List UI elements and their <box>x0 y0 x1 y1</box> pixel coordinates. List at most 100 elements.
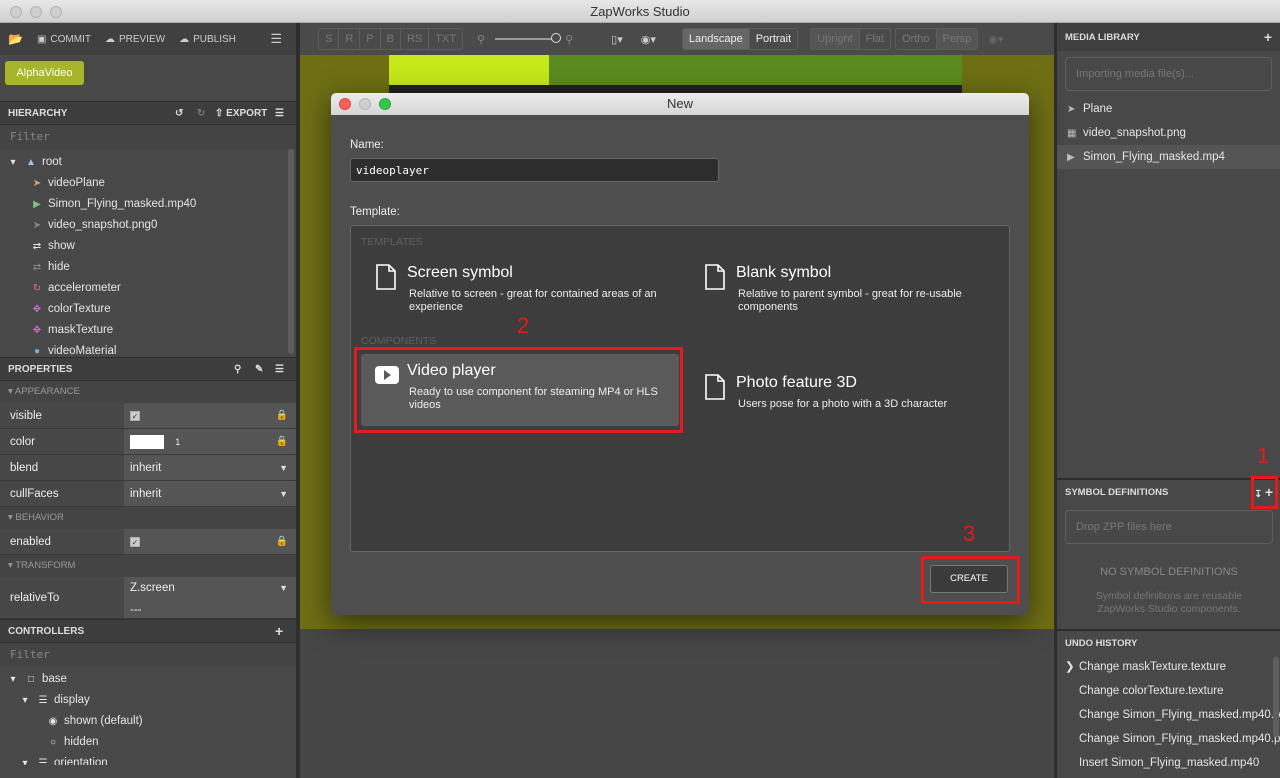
persp-button[interactable]: Persp <box>936 29 978 49</box>
zpp-drop-box[interactable]: Drop ZPP files here <box>1065 510 1273 544</box>
media-item[interactable]: ▶ Simon_Flying_masked.mp4 <box>1057 145 1280 169</box>
properties-menu-icon[interactable]: ☰ <box>275 364 284 375</box>
upright-button[interactable]: Upright <box>811 29 860 49</box>
add-controller-icon[interactable]: + <box>275 623 283 639</box>
menu-icon[interactable]: ☰ <box>270 31 282 47</box>
expand-arrow-icon[interactable]: ▾ <box>6 669 20 690</box>
controllers-filter-input[interactable]: Filter <box>0 643 296 667</box>
tree-item[interactable]: ↻ accelerometer <box>0 278 296 299</box>
mode-button[interactable]: P <box>360 29 381 49</box>
undo-item[interactable]: Insert Simon_Flying_masked.mp40 <box>1057 751 1280 775</box>
enabled-checkbox[interactable]: ✓ <box>130 536 140 547</box>
project-tab[interactable]: AlphaVideo <box>5 61 84 85</box>
cullfaces-select[interactable]: inherit ▼ <box>124 481 296 506</box>
tree-item[interactable]: ▶ Simon_Flying_masked.mp40 <box>0 194 296 215</box>
preview-button[interactable]: ☁ PREVIEW <box>105 34 165 45</box>
expand-arrow-icon[interactable]: ▾ <box>18 690 32 711</box>
prop-cullfaces: cullFaces inherit ▼ <box>0 481 296 507</box>
undo-item[interactable]: ❯ Change maskTexture.texture <box>1057 655 1280 679</box>
close-window-button[interactable] <box>10 6 22 18</box>
shuffle-icon: ⇄ <box>32 241 42 252</box>
zoom-slider-handle[interactable] <box>551 33 562 43</box>
media-import-box[interactable]: Importing media file(s)... <box>1065 57 1272 91</box>
no-symbols-title: NO SYMBOL DEFINITIONS <box>1100 566 1238 578</box>
tree-item-root[interactable]: ▾ ▲ root <box>0 152 296 173</box>
controller-item[interactable]: ▾ ☰ display <box>0 690 296 711</box>
undo-item[interactable]: Change colorTexture.texture <box>1057 679 1280 703</box>
template-blank-symbol[interactable]: Blank symbol Relative to parent symbol -… <box>690 256 1008 328</box>
dialog-close-button[interactable] <box>339 98 351 110</box>
expand-arrow-icon[interactable]: ▾ <box>6 152 20 173</box>
controller-item[interactable]: ▾ □ base <box>0 669 296 690</box>
controller-item[interactable]: ▾ ☰ orientation <box>0 753 296 765</box>
transform-group[interactable]: ▾ TRANSFORM <box>0 555 296 577</box>
behavior-label: BEHAVIOR <box>15 512 64 523</box>
folder-icon[interactable]: 📂 <box>8 32 23 46</box>
lock-icon[interactable]: 🔒 <box>276 529 288 555</box>
flat-button[interactable]: Flat <box>860 29 890 49</box>
template-title: Photo feature 3D <box>736 374 857 391</box>
prop-key: relativeTo <box>0 577 124 618</box>
blend-select[interactable]: inherit ▼ <box>124 455 296 480</box>
relativeto-select[interactable]: Z.screen ▼ --- <box>124 577 296 618</box>
dialog-zoom-button[interactable] <box>379 98 391 110</box>
pencil-icon[interactable]: ✎ <box>255 364 263 375</box>
media-library-title: MEDIA LIBRARY <box>1065 31 1140 43</box>
tree-item[interactable]: ➤ video_snapshot.png0 <box>0 215 296 236</box>
undo-scrollbar[interactable] <box>1273 657 1279 737</box>
hierarchy-scrollbar[interactable] <box>288 149 294 354</box>
redo-icon[interactable]: ↻ <box>197 108 205 119</box>
color-alpha-value[interactable]: 1 <box>175 437 180 447</box>
appearance-group[interactable]: ▾ APPEARANCE <box>0 381 296 403</box>
zoom-slider[interactable] <box>495 33 562 43</box>
commit-button[interactable]: ▣ COMMIT <box>37 34 91 45</box>
color-swatch[interactable] <box>130 434 164 449</box>
publish-button[interactable]: ☁ PUBLISH <box>179 34 236 45</box>
tree-item-label: root <box>42 156 62 168</box>
mode-button[interactable]: S <box>319 29 340 49</box>
undo-item[interactable]: Change Simon_Flying_masked.mp40.p <box>1057 727 1280 751</box>
mode-button[interactable]: R <box>339 29 361 49</box>
eye-icon[interactable]: ◉▾ <box>988 33 1003 46</box>
hierarchy-menu-icon[interactable]: ☰ <box>275 108 284 119</box>
undo-icon[interactable]: ↺ <box>175 108 183 119</box>
tree-item[interactable]: ⇄ show <box>0 236 296 257</box>
export-button[interactable]: ⇧ EXPORT <box>215 108 267 119</box>
template-photo-feature[interactable]: Photo feature 3D Users pose for a photo … <box>690 366 1008 438</box>
zoom-out-icon[interactable]: ⚲ <box>477 33 485 46</box>
controller-item[interactable]: ◉ shown (default) <box>0 711 296 732</box>
plane-icon: ➤ <box>32 220 42 231</box>
zoom-window-button[interactable] <box>50 6 62 18</box>
undo-item[interactable]: Change Simon_Flying_masked.mp40.p <box>1057 703 1280 727</box>
ortho-button[interactable]: Ortho <box>896 29 937 49</box>
minimize-window-button[interactable] <box>30 6 42 18</box>
globe-icon[interactable]: ◉▾ <box>641 33 656 46</box>
behavior-group[interactable]: ▾ BEHAVIOR <box>0 507 296 529</box>
move-icon: ✥ <box>32 304 42 315</box>
controller-item[interactable]: ○ hidden <box>0 732 296 753</box>
name-input[interactable] <box>350 158 719 182</box>
tree-item[interactable]: ⇄ hide <box>0 257 296 278</box>
tree-item-label: videoMaterial <box>48 345 117 357</box>
visible-checkbox[interactable]: ✓ <box>130 410 140 421</box>
media-item[interactable]: ▦ video_snapshot.png <box>1057 121 1280 145</box>
expand-arrow-icon[interactable]: ▾ <box>18 753 32 765</box>
tree-item[interactable]: ➤ videoPlane <box>0 173 296 194</box>
device-icon[interactable]: ▯▾ <box>611 33 623 46</box>
media-item[interactable]: ➤ Plane <box>1057 97 1280 121</box>
landscape-button[interactable]: Landscape <box>682 29 750 49</box>
mode-button[interactable]: TXT <box>429 29 462 49</box>
mode-button[interactable]: B <box>381 29 401 49</box>
lock-icon[interactable]: 🔒 <box>276 403 288 429</box>
tree-item[interactable]: ✥ maskTexture <box>0 320 296 341</box>
lock-icon[interactable]: 🔒 <box>276 429 288 455</box>
mode-button[interactable]: RS <box>401 29 430 49</box>
portrait-button[interactable]: Portrait <box>750 29 797 49</box>
add-media-icon[interactable]: + <box>1264 29 1272 45</box>
tree-item[interactable]: ✥ colorTexture <box>0 299 296 320</box>
dialog-minimize-button[interactable] <box>359 98 371 110</box>
tree-item-label: video_snapshot.png0 <box>48 219 158 231</box>
zoom-in-icon[interactable]: ⚲ <box>565 33 573 46</box>
search-icon[interactable]: ⚲ <box>234 364 241 375</box>
hierarchy-filter-input[interactable]: Filter <box>0 125 296 149</box>
